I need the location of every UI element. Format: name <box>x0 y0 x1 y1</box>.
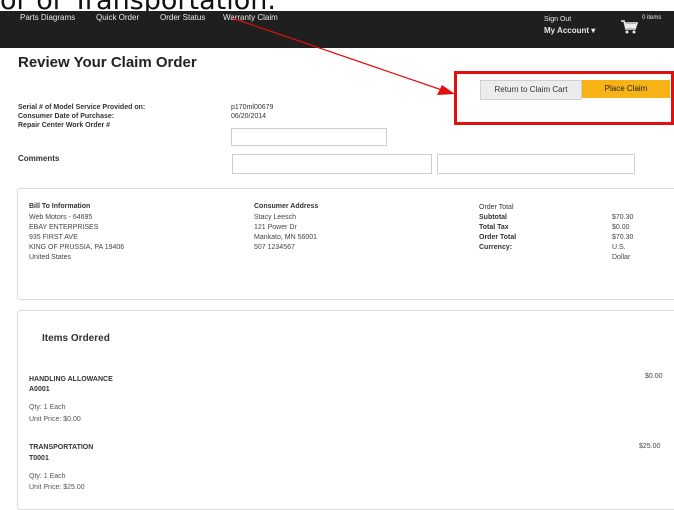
consumer-line-1: Stacy Leesch <box>254 214 297 221</box>
subtotal-label: Subtotal <box>479 214 507 221</box>
consumer-address-heading: Consumer Address <box>254 203 319 210</box>
item-unit-price: Unit Price: $25.00 <box>29 484 85 491</box>
item-code: T0001 <box>29 455 49 462</box>
item-name: HANDLING ALLOWANCE <box>29 376 113 383</box>
currency-value-1: U.S. <box>612 244 626 251</box>
item-code: A0001 <box>29 386 50 393</box>
bill-to-line-3: 935 FIRST AVE <box>29 234 78 241</box>
comments-input-2[interactable] <box>437 154 635 174</box>
bill-to-line-5: United States <box>29 254 72 261</box>
work-order-label: Repair Center Work Order # <box>18 122 111 129</box>
bill-to-line-4: KING OF PRUSSIA, PA 19406 <box>29 244 125 251</box>
serial-value: p170ml00679 <box>231 104 274 111</box>
order-total-heading: Order Total <box>479 204 514 211</box>
order-total-label: Order Total <box>479 234 517 241</box>
bill-to-line-2: EBAY ENTERPRISES <box>29 224 99 231</box>
bill-to-line-1: Web Motors - 64695 <box>29 214 93 221</box>
items-ordered-panel <box>17 310 674 510</box>
comments-label: Comments <box>18 154 60 163</box>
item-qty: Qty: 1 Each <box>29 404 66 411</box>
purchase-date-value: 06/20/2014 <box>231 113 267 120</box>
item-unit-price: Unit Price: $0.00 <box>29 416 81 423</box>
consumer-line-3: Mankato, MN 56001 <box>254 234 318 241</box>
item-price: $0.00 <box>645 373 663 380</box>
annotation-highlight-box <box>454 71 674 125</box>
bill-to-heading: Bill To Information <box>29 203 91 210</box>
currency-label: Currency: <box>479 244 513 251</box>
consumer-line-2: 121 Power Dr <box>254 224 297 231</box>
total-tax-value: $0.00 <box>612 224 630 231</box>
work-order-input[interactable] <box>231 128 387 146</box>
item-name: TRANSPORTATION <box>29 444 94 451</box>
page-title: Review Your Claim Order <box>18 54 197 71</box>
consumer-line-4: 507 1234567 <box>254 244 295 251</box>
items-ordered-heading: Items Ordered <box>42 333 110 344</box>
serial-label: Serial # of Model Service Provided on: <box>18 104 146 111</box>
item-price: $25.00 <box>639 443 661 450</box>
item-qty: Qty: 1 Each <box>29 473 66 480</box>
purchase-date-label: Consumer Date of Purchase: <box>18 113 115 120</box>
currency-value-2: Dollar <box>612 254 631 261</box>
order-total-value: $70.30 <box>612 234 634 241</box>
subtotal-value: $70.30 <box>612 214 634 221</box>
comments-input-1[interactable] <box>232 154 432 174</box>
total-tax-label: Total Tax <box>479 224 509 231</box>
